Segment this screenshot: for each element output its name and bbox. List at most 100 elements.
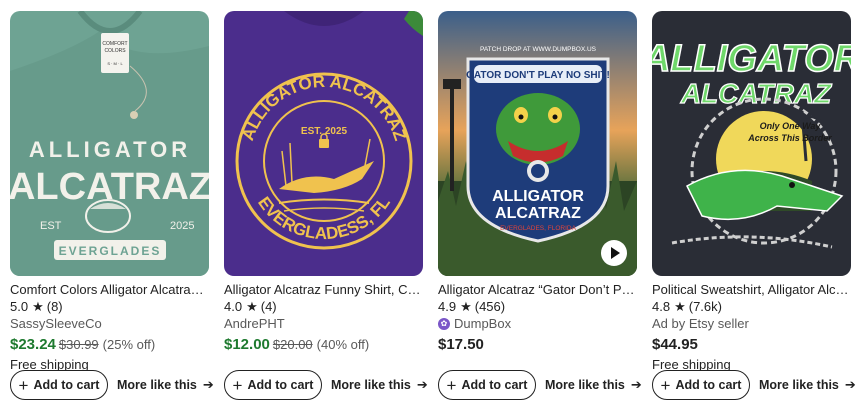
- listing-card[interactable]: PATCH DROP AT WWW.DUMPBOX.US GATOR DON'T…: [438, 11, 642, 400]
- price-row: $44.95: [652, 336, 851, 355]
- rating-value: 5.0: [10, 299, 29, 314]
- plus-icon: +: [446, 375, 457, 395]
- listing-image[interactable]: PATCH DROP AT WWW.DUMPBOX.US GATOR DON'T…: [438, 11, 637, 276]
- tag-text: COMFORT: [102, 41, 127, 47]
- more-like-this-link[interactable]: More like this ➔: [759, 377, 856, 393]
- shop-name: Ad by Etsy seller: [652, 316, 851, 332]
- original-price: $20.00: [272, 337, 313, 352]
- listing-image[interactable]: COMFORT COLORS S · M · L ALLIGATOR ALCAT…: [10, 11, 209, 276]
- print-line-2: ALCATRAZ: [680, 78, 832, 109]
- plus-icon: +: [232, 375, 243, 395]
- plus-icon: +: [18, 375, 29, 395]
- add-to-cart-button[interactable]: + Add to cart: [652, 370, 750, 400]
- more-like-this-link[interactable]: More like this ➔: [117, 377, 214, 393]
- listing-rating: 4.9 ★ (456): [438, 299, 637, 315]
- add-to-cart-label: Add to cart: [247, 378, 314, 392]
- listing-card[interactable]: ALLIGATOR ALCATRAZ Only One Way Across T…: [652, 11, 856, 400]
- lock-icon: [319, 139, 329, 148]
- arrow-right-icon: ➔: [202, 377, 214, 392]
- more-like-this-label: More like this: [117, 378, 197, 392]
- star-icon: ★: [674, 299, 686, 314]
- price-row: $17.50: [438, 336, 637, 355]
- print-line-1: ALLIGATOR: [652, 38, 851, 80]
- rating-value: 4.8: [652, 299, 671, 314]
- necklace-pendant: [130, 111, 138, 119]
- star-icon: ★: [460, 299, 472, 314]
- shop-name[interactable]: AndrePHT: [224, 316, 423, 332]
- add-to-cart-button[interactable]: + Add to cart: [224, 370, 322, 400]
- listing-grid: COMFORT COLORS S · M · L ALLIGATOR ALCAT…: [0, 0, 860, 400]
- review-count: (456): [474, 299, 506, 314]
- card-actions: + Add to cart More like this ➔: [224, 370, 428, 400]
- listing-card[interactable]: COMFORT COLORS S · M · L ALLIGATOR ALCAT…: [10, 11, 214, 400]
- more-like-this-link[interactable]: More like this ➔: [331, 377, 428, 393]
- listing-title[interactable]: Alligator Alcatraz Funny Shirt, Custo…: [224, 282, 423, 298]
- patch-line-2: ALCATRAZ: [495, 205, 581, 222]
- tag-size-text: S · M · L: [107, 61, 123, 66]
- listing-title[interactable]: Alligator Alcatraz “Gator Don’t Play N…: [438, 282, 637, 298]
- arrow-right-icon: ➔: [630, 377, 642, 392]
- arrow-right-icon: ➔: [844, 377, 856, 392]
- review-count: (7.6k): [688, 299, 722, 314]
- print-est: EST: [40, 220, 62, 232]
- rating-value: 4.9: [438, 299, 457, 314]
- add-to-cart-button[interactable]: + Add to cart: [10, 370, 108, 400]
- arrow-right-icon: ➔: [416, 377, 428, 392]
- sweatshirt-image: ALLIGATOR ALCATRAZ Only One Way Across T…: [652, 11, 851, 276]
- add-to-cart-label: Add to cart: [461, 378, 528, 392]
- star-seller-badge-icon: ✿: [438, 318, 450, 330]
- discount-label: (40% off): [316, 337, 370, 352]
- review-count: (4): [260, 299, 277, 314]
- more-like-this-link[interactable]: More like this ➔: [545, 377, 642, 393]
- green-shirt-image: COMFORT COLORS S · M · L ALLIGATOR ALCAT…: [10, 11, 209, 276]
- shop-name-text[interactable]: SassySleeveCo: [10, 316, 102, 332]
- emblem-est-text: EST. 2025: [301, 126, 348, 137]
- shop-name[interactable]: SassySleeveCo: [10, 316, 209, 332]
- listing-rating: 5.0 ★ (8): [10, 299, 209, 315]
- more-like-this-label: More like this: [331, 378, 411, 392]
- play-icon: [611, 247, 620, 259]
- patch-top-text: GATOR DON'T PLAY NO SHIT!: [466, 70, 610, 81]
- print-line-1: ALLIGATOR: [29, 137, 191, 162]
- card-actions: + Add to cart More like this ➔: [652, 370, 856, 400]
- shop-name-text[interactable]: AndrePHT: [224, 316, 285, 332]
- listing-rating: 4.8 ★ (7.6k): [652, 299, 851, 315]
- price: $44.95: [652, 336, 698, 353]
- listing-rating: 4.0 ★ (4): [224, 299, 423, 315]
- play-video-button[interactable]: [601, 240, 627, 266]
- plus-icon: +: [660, 375, 671, 395]
- original-price: $30.99: [58, 337, 99, 352]
- card-actions: + Add to cart More like this ➔: [438, 370, 642, 400]
- tagline-1: Only One Way: [760, 121, 822, 131]
- price: $17.50: [438, 336, 484, 353]
- listing-image[interactable]: ALLIGATOR ALCATRAZ Only One Way Across T…: [652, 11, 851, 276]
- star-icon: ★: [32, 299, 44, 314]
- print-year: 2025: [170, 220, 194, 232]
- patch-image: PATCH DROP AT WWW.DUMPBOX.US GATOR DON'T…: [438, 11, 637, 276]
- tagline-2: Across This Border: [747, 133, 832, 143]
- shop-name[interactable]: ✿ DumpBox: [438, 316, 637, 332]
- print-banner-text: EVERGLADES: [59, 244, 162, 258]
- price-row: $12.00 $20.00 (40% off): [224, 336, 423, 355]
- ad-label: Ad by Etsy seller: [652, 316, 749, 331]
- patch-header-text: PATCH DROP AT WWW.DUMPBOX.US: [480, 46, 597, 53]
- listing-image[interactable]: ALLIGATOR ALCATRAZ EVERGLADESS, FL EST. …: [224, 11, 423, 276]
- price-row: $23.24 $30.99 (25% off): [10, 336, 209, 355]
- listing-card[interactable]: ALLIGATOR ALCATRAZ EVERGLADESS, FL EST. …: [224, 11, 428, 400]
- add-to-cart-button[interactable]: + Add to cart: [438, 370, 536, 400]
- tag-text: COLORS: [104, 48, 126, 54]
- purple-shirt-image: ALLIGATOR ALCATRAZ EVERGLADESS, FL EST. …: [224, 11, 423, 276]
- shop-name-text[interactable]: DumpBox: [454, 316, 511, 332]
- listing-title[interactable]: Political Sweatshirt, Alligator Alcatra…: [652, 282, 851, 298]
- listing-title[interactable]: Comfort Colors Alligator Alcatraz Shi…: [10, 282, 209, 298]
- print-line-2: ALCATRAZ: [10, 166, 209, 208]
- sale-price: $23.24: [10, 336, 56, 353]
- star-icon: ★: [246, 299, 258, 314]
- review-count: (8): [46, 299, 63, 314]
- patch-line-1: ALLIGATOR: [492, 188, 584, 205]
- card-actions: + Add to cart More like this ➔: [10, 370, 214, 400]
- rating-value: 4.0: [224, 299, 243, 314]
- add-to-cart-label: Add to cart: [675, 378, 742, 392]
- more-like-this-label: More like this: [759, 378, 839, 392]
- watchtower-icon: [450, 81, 454, 191]
